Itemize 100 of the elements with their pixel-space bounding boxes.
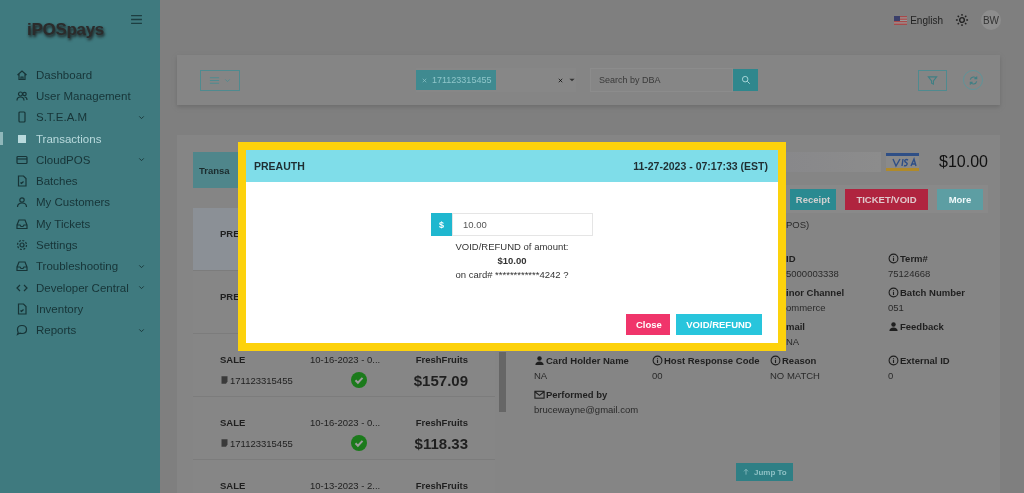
flag-icon [894, 15, 908, 25]
transaction-date: 10-16-2023 - 0... [310, 416, 382, 428]
menu-icon[interactable] [130, 13, 143, 26]
filter-icon [927, 74, 938, 86]
sidebar-item[interactable]: S.T.E.A.M [0, 106, 160, 128]
transaction-type: SALE [220, 416, 247, 428]
filter-button[interactable] [918, 69, 947, 91]
field-label: Batch Number [888, 287, 988, 298]
modal-datetime: 11-27-2023 - 07:17:33 (EST) [633, 160, 768, 172]
field-value: NO MATCH [770, 370, 821, 381]
sidebar-item[interactable]: Batches [0, 170, 160, 192]
sidebar-item[interactable]: Dashboard [0, 64, 160, 86]
sidebar-item[interactable]: Troubleshooting [0, 255, 160, 277]
field-value: ommerce [786, 302, 827, 313]
field-value: NA [786, 336, 801, 347]
field-value: 5000003338 [786, 268, 840, 279]
receipt-button[interactable]: Receipt [790, 188, 836, 210]
field-value: brucewayne@gmail.com [534, 404, 640, 415]
merchant-name: FreshFruits [415, 479, 468, 491]
list-tab[interactable]: Transa [193, 152, 238, 188]
jump-to-button[interactable]: Jump To [736, 463, 793, 481]
terminal-id: 171123315455 [230, 374, 293, 386]
sidebar-item[interactable]: My Tickets [0, 213, 160, 235]
terminal-select[interactable]: 171123315455 [416, 68, 576, 92]
field-label: mail [786, 321, 806, 332]
field-value: POS) [786, 219, 811, 230]
search-icon [740, 75, 751, 85]
card-icon [16, 153, 28, 166]
close-button[interactable]: Close [626, 314, 670, 335]
field-label: Performed by [534, 389, 652, 400]
field-label: Reason [770, 355, 888, 366]
more-button[interactable]: More [937, 188, 983, 210]
transaction-date: 10-13-2023 - 2... [310, 479, 382, 491]
transaction-type: SALE [220, 479, 247, 491]
terminal-id: 171123315455 [230, 437, 293, 449]
settings-icon[interactable] [955, 13, 969, 27]
void-button[interactable]: TICKET/VOID [845, 188, 928, 210]
home-icon [16, 68, 28, 81]
phone-icon [16, 111, 28, 124]
field-value: 051 [888, 302, 905, 313]
sidebar-item[interactable]: Settings [0, 234, 160, 256]
user-avatar[interactable]: BW [981, 10, 1001, 30]
info-icon [652, 355, 663, 366]
caret-icon [568, 76, 576, 84]
info-icon [888, 355, 899, 366]
search-field[interactable]: Search by DBA [590, 68, 733, 92]
selected-tag[interactable]: 171123315455 [416, 70, 497, 90]
card-number-text: on card# ************4242 ? [455, 269, 569, 280]
transaction-amount: $157.09 [413, 371, 468, 389]
view-toggle-button[interactable] [200, 69, 240, 91]
field-label: Card Holder Name [534, 355, 652, 366]
merchant-name: FreshFruits [415, 416, 468, 428]
void-refund-button[interactable]: VOID/REFUND [676, 314, 762, 335]
merchant-name: FreshFruits [415, 353, 468, 365]
sidebar-item[interactable]: Developer Central [0, 276, 160, 299]
person-icon [534, 355, 545, 366]
sidebar-item[interactable]: Reports [0, 319, 160, 341]
file-icon [16, 175, 28, 188]
transaction-type: SALE [220, 353, 247, 365]
clear-icon[interactable] [557, 76, 564, 84]
search-button[interactable] [733, 69, 758, 91]
info-icon [770, 355, 781, 366]
card-brand-icon [886, 153, 919, 171]
currency-addon: $ [431, 213, 452, 236]
logo[interactable]: iPOSpays [27, 20, 104, 40]
transaction-date: 10-16-2023 - 0... [310, 353, 382, 365]
transaction-amount: $118.33 [414, 434, 468, 452]
sidebar-item[interactable]: Transactions [0, 127, 160, 150]
check-icon [351, 372, 367, 388]
chat-icon [16, 324, 28, 337]
info-icon [888, 287, 899, 298]
user-icon [16, 196, 28, 209]
inbox-icon [16, 217, 28, 230]
field-label: inor Channel [786, 287, 846, 298]
users-icon [16, 89, 28, 102]
field-label: Feedback [888, 321, 988, 332]
sidebar-item[interactable]: CloudPOS [0, 149, 160, 171]
person-icon [888, 321, 899, 332]
field-label: ID [786, 253, 797, 264]
close-icon [421, 76, 428, 84]
field-label: External ID [888, 355, 988, 366]
language-selector[interactable]: English [894, 14, 943, 26]
scrollbar[interactable] [499, 352, 506, 412]
sidebar-item[interactable]: Inventory [0, 298, 160, 320]
modal-title: PREAUTH [254, 160, 305, 172]
field-value: 00 [652, 370, 664, 381]
transaction-total: $10.00 [939, 153, 988, 171]
field-value: 0 [888, 370, 895, 381]
confirm-text: VOID/REFUND of amount: [455, 241, 569, 252]
file-icon [16, 302, 28, 315]
amount-field[interactable]: 10.00 [452, 213, 593, 236]
settings-icon [16, 239, 28, 251]
field-label: Term# [888, 253, 988, 264]
sidebar-item[interactable]: User Management [0, 85, 160, 107]
sidebar-item[interactable]: My Customers [0, 191, 160, 214]
terminal-icon [220, 438, 229, 448]
list-icon [208, 74, 220, 86]
grid-icon [16, 132, 28, 145]
confirm-amount: $10.00 [497, 255, 527, 266]
inbox-icon [16, 260, 28, 273]
